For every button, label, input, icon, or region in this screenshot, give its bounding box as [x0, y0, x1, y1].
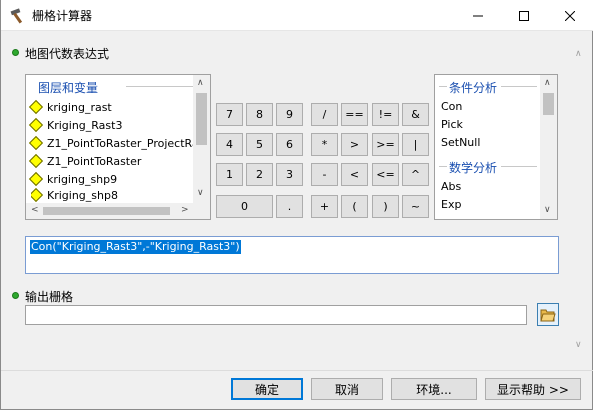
close-icon: [565, 10, 575, 21]
key-3[interactable]: 3: [276, 163, 303, 186]
list-item[interactable]: Exp: [441, 196, 461, 214]
key-equal[interactable]: ==: [341, 103, 368, 126]
title-bar: 栅格计算器: [1, 0, 593, 31]
close-button[interactable]: [547, 0, 593, 31]
list-item-label: Z1_PointToRaster_ProjectRas: [47, 136, 205, 150]
raster-layer-icon: [31, 188, 44, 202]
environments-button[interactable]: 环境...: [391, 378, 477, 400]
functions-vertical-scrollbar[interactable]: ∧ ∨: [540, 75, 557, 219]
list-item[interactable]: Abs: [441, 178, 461, 196]
expression-input[interactable]: Con("Kriging_Rast3",-"Kriging_Rast3"): [25, 236, 559, 274]
minimize-icon: [473, 15, 483, 16]
key-minus[interactable]: -: [311, 163, 338, 186]
key-1[interactable]: 1: [216, 163, 243, 186]
key-8[interactable]: 8: [246, 103, 273, 126]
key-xor[interactable]: ^: [402, 163, 429, 186]
key-open-paren[interactable]: (: [341, 195, 368, 218]
key-7[interactable]: 7: [216, 103, 243, 126]
key-greater-equal[interactable]: >=: [372, 133, 399, 156]
browse-folder-button[interactable]: [537, 303, 559, 326]
scroll-up-icon[interactable]: ∧: [575, 50, 582, 59]
list-item[interactable]: kriging_rast: [28, 98, 112, 116]
functions-group-header: 数学分析: [449, 161, 498, 175]
window-title: 栅格计算器: [32, 9, 93, 23]
key-not-equal[interactable]: !=: [372, 103, 399, 126]
hammer-icon: [10, 8, 23, 24]
header-divider: [501, 86, 537, 87]
header-divider: [439, 166, 447, 167]
key-divide[interactable]: /: [311, 103, 338, 126]
scroll-thumb[interactable]: [196, 93, 207, 145]
scroll-up-icon[interactable]: ∧: [544, 79, 551, 88]
list-item-label: Kriging_shp8: [47, 188, 118, 202]
key-0[interactable]: 0: [216, 195, 273, 218]
layers-vertical-scrollbar[interactable]: ∧ ∨: [193, 75, 210, 203]
raster-layer-icon: [28, 171, 44, 187]
folder-open-icon: [540, 309, 556, 321]
scroll-thumb[interactable]: [43, 207, 170, 215]
key-or[interactable]: |: [402, 133, 429, 156]
raster-layer-icon: [28, 117, 44, 133]
minimize-button[interactable]: [455, 0, 501, 31]
scroll-down-icon[interactable]: ∨: [575, 341, 582, 350]
header-divider: [501, 166, 537, 167]
key-and[interactable]: &: [402, 103, 429, 126]
list-item-label: kriging_shp9: [47, 172, 118, 186]
list-item[interactable]: Kriging_Rast3: [28, 116, 123, 134]
key-decimal[interactable]: .: [276, 195, 303, 218]
key-6[interactable]: 6: [276, 133, 303, 156]
key-5[interactable]: 5: [246, 133, 273, 156]
scroll-up-icon[interactable]: ∧: [197, 79, 204, 88]
scroll-down-icon[interactable]: ∨: [544, 206, 551, 215]
list-item[interactable]: Z1_PointToRaster: [28, 152, 142, 170]
footer-divider: [1, 370, 593, 371]
scroll-thumb[interactable]: [543, 93, 554, 115]
list-item[interactable]: Kriging_shp8: [31, 188, 118, 202]
raster-layer-icon: [28, 99, 44, 115]
status-dot-icon: [12, 49, 19, 56]
cancel-button[interactable]: 取消: [311, 378, 383, 400]
list-item-label: Kriging_Rast3: [47, 118, 123, 132]
raster-calculator-dialog: 栅格计算器 地图代数表达式 图层和变量 kriging_rast Kriging…: [0, 0, 593, 410]
raster-layer-icon: [28, 135, 44, 151]
output-section-label: 输出栅格: [25, 290, 74, 304]
key-multiply[interactable]: *: [311, 133, 338, 156]
list-item[interactable]: SetNull: [441, 134, 480, 152]
list-item[interactable]: Z1_PointToRaster_ProjectRas: [28, 134, 205, 152]
key-not[interactable]: ~: [402, 195, 429, 218]
header-divider: [439, 86, 447, 87]
list-item[interactable]: Con: [441, 98, 462, 116]
header-divider: [126, 86, 194, 87]
key-9[interactable]: 9: [276, 103, 303, 126]
key-2[interactable]: 2: [246, 163, 273, 186]
scroll-down-icon[interactable]: ∨: [197, 189, 204, 198]
scroll-right-icon[interactable]: >: [181, 206, 189, 215]
list-item[interactable]: kriging_shp9: [28, 170, 118, 188]
maximize-button[interactable]: [501, 0, 547, 31]
dialog-vertical-scrollbar[interactable]: ∧ ∨: [567, 36, 593, 362]
status-dot-icon: [12, 292, 19, 299]
layers-horizontal-scrollbar[interactable]: < >: [26, 203, 210, 219]
raster-layer-icon: [28, 153, 44, 169]
key-less-equal[interactable]: <=: [372, 163, 399, 186]
key-less[interactable]: <: [341, 163, 368, 186]
layers-list-header: 图层和变量: [38, 81, 99, 95]
layers-list[interactable]: 图层和变量 kriging_rast Kriging_Rast3 Z1_Poin…: [25, 74, 211, 220]
expression-text: Con("Kriging_Rast3",-"Kriging_Rast3"): [30, 240, 241, 254]
expression-section-label: 地图代数表达式: [25, 47, 110, 61]
key-4[interactable]: 4: [216, 133, 243, 156]
key-close-paren[interactable]: ): [372, 195, 399, 218]
functions-list[interactable]: 条件分析 Con Pick SetNull 数学分析 Abs Exp ∧ ∨: [434, 74, 558, 220]
list-item-label: Z1_PointToRaster: [47, 154, 142, 168]
maximize-icon: [519, 10, 529, 21]
ok-button[interactable]: 确定: [231, 378, 303, 400]
list-item[interactable]: Pick: [441, 116, 463, 134]
key-greater[interactable]: >: [341, 133, 368, 156]
scroll-left-icon[interactable]: <: [31, 206, 39, 215]
functions-group-header: 条件分析: [449, 81, 498, 95]
show-help-button[interactable]: 显示帮助 >>: [485, 378, 581, 400]
key-plus[interactable]: +: [311, 195, 338, 218]
output-raster-input[interactable]: [25, 305, 527, 325]
list-item-label: kriging_rast: [47, 100, 112, 114]
